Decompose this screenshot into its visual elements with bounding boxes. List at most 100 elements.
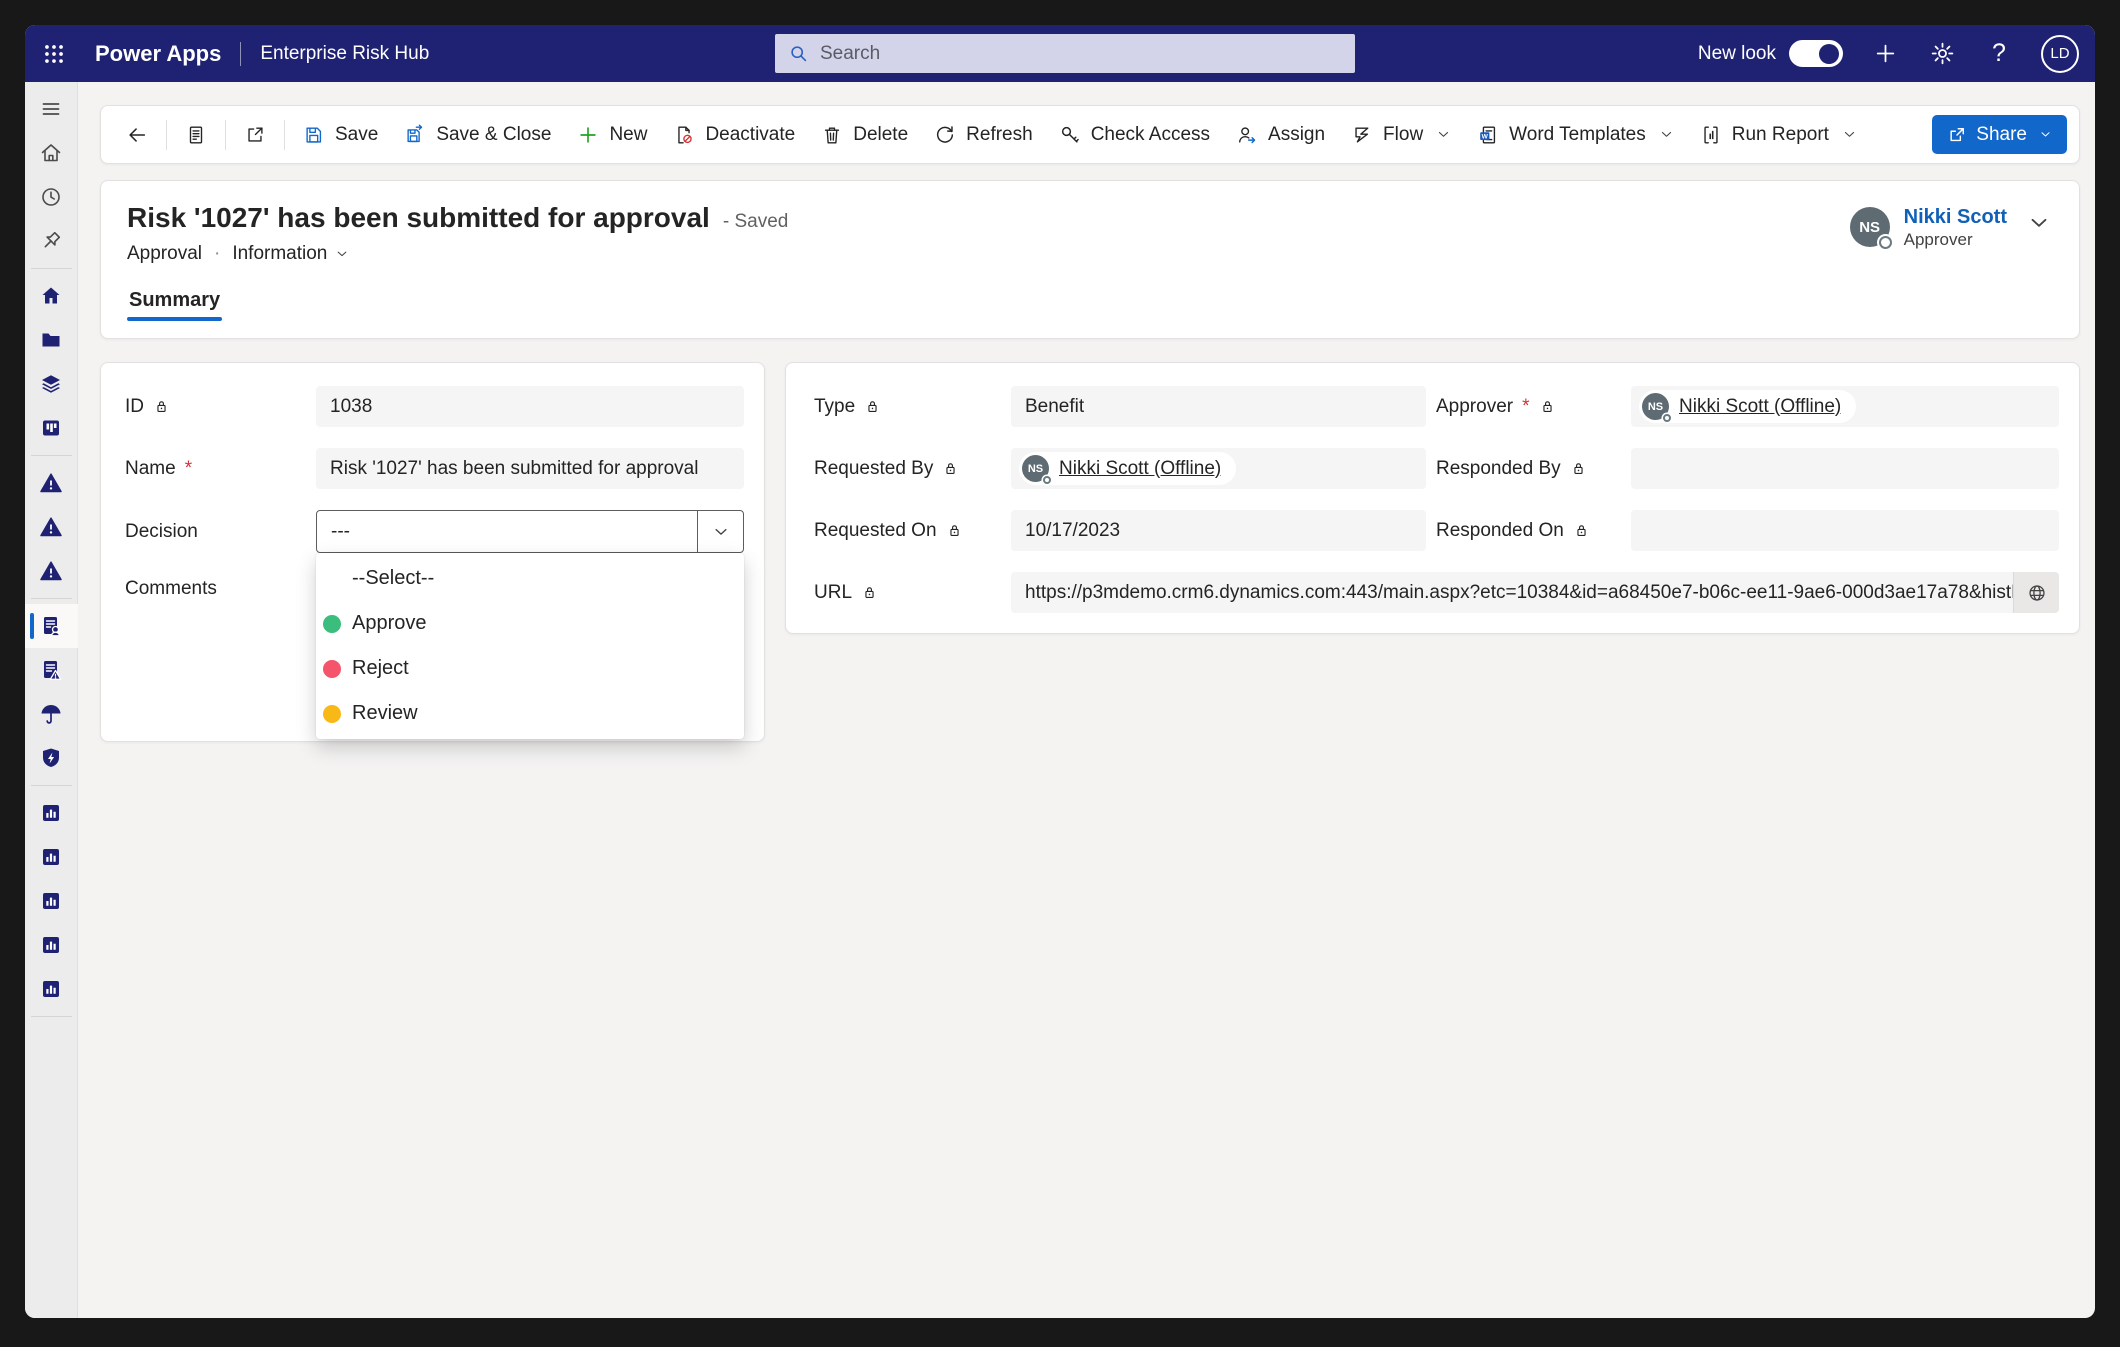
decision-label-text: Decision bbox=[125, 521, 198, 543]
arrow-left-icon bbox=[126, 124, 148, 146]
app-window: Power Apps Enterprise Risk Hub New look … bbox=[25, 25, 2095, 1318]
popout-icon bbox=[244, 124, 266, 146]
command-label: Delete bbox=[853, 124, 908, 146]
approver-person-pill[interactable]: NS Nikki Scott (Offline) bbox=[1639, 390, 1856, 423]
responded-by-field[interactable] bbox=[1631, 448, 2059, 489]
command-label: Refresh bbox=[966, 124, 1033, 146]
open-url-button[interactable] bbox=[2013, 572, 2059, 613]
sidebar-divider bbox=[31, 455, 72, 456]
sidebar-item-risk-3[interactable] bbox=[25, 549, 78, 593]
type-field[interactable]: Benefit bbox=[1011, 386, 1426, 427]
save-button[interactable]: Save bbox=[290, 114, 391, 156]
sidebar-item-shield[interactable] bbox=[25, 736, 78, 780]
sidebar-item-board[interactable] bbox=[25, 406, 78, 450]
sidebar-item-report-5[interactable] bbox=[25, 967, 78, 1011]
decision-option-reject[interactable]: Reject bbox=[316, 646, 744, 691]
share-label: Share bbox=[1976, 124, 2027, 146]
sidebar-item-layers[interactable] bbox=[25, 362, 78, 406]
sidebar-item-report-1[interactable] bbox=[25, 791, 78, 835]
sidebar-item-issues[interactable] bbox=[25, 648, 78, 692]
requested-by-person-pill[interactable]: NS Nikki Scott (Offline) bbox=[1019, 452, 1236, 485]
sidebar-item-pinned[interactable] bbox=[25, 219, 78, 263]
global-search[interactable] bbox=[775, 34, 1355, 73]
requested-on-field[interactable]: 10/17/2023 bbox=[1011, 510, 1426, 551]
approver-field: NS Nikki Scott (Offline) bbox=[1631, 386, 2059, 427]
decision-dropdown: --Select--ApproveRejectReview bbox=[316, 553, 744, 739]
check-access-button[interactable]: Check Access bbox=[1046, 114, 1223, 156]
lock-icon bbox=[861, 584, 878, 601]
decision-combobox[interactable]: --- bbox=[316, 510, 744, 553]
bar-chart-icon bbox=[39, 933, 63, 957]
popout-button[interactable] bbox=[231, 114, 279, 156]
sidebar-item-risk-1[interactable] bbox=[25, 461, 78, 505]
decision-option-approve[interactable]: Approve bbox=[316, 601, 744, 646]
tab-summary[interactable]: Summary bbox=[127, 289, 222, 338]
command-label: New bbox=[609, 124, 647, 146]
settings-button[interactable] bbox=[1927, 39, 1957, 69]
sidebar-item-report-4[interactable] bbox=[25, 923, 78, 967]
owner-avatar[interactable]: NS bbox=[1850, 207, 1890, 247]
sidebar-item-risk-2[interactable] bbox=[25, 505, 78, 549]
lock-icon bbox=[1539, 398, 1556, 415]
command-label: Run Report bbox=[1732, 124, 1829, 146]
command-bar-separator bbox=[284, 120, 285, 150]
url-field-group: https://p3mdemo.crm6.dynamics.com:443/ma… bbox=[1011, 572, 2059, 613]
account-avatar[interactable]: LD bbox=[2041, 35, 2079, 73]
sidebar-item-hub[interactable] bbox=[25, 274, 78, 318]
add-button[interactable] bbox=[1870, 39, 1900, 69]
entity-name: Approval bbox=[127, 243, 202, 265]
app-name[interactable]: Enterprise Risk Hub bbox=[260, 43, 429, 65]
decision-option-review[interactable]: Review bbox=[316, 691, 744, 736]
back-button[interactable] bbox=[113, 114, 161, 156]
sidebar-item-recent[interactable] bbox=[25, 175, 78, 219]
lock-icon bbox=[942, 460, 959, 477]
lock-icon bbox=[153, 398, 170, 415]
folder-icon bbox=[39, 328, 63, 352]
decision-option-select[interactable]: --Select-- bbox=[316, 556, 744, 601]
search-input[interactable] bbox=[820, 43, 1342, 65]
sidebar-item-report-2[interactable] bbox=[25, 835, 78, 879]
decision-value: --- bbox=[317, 511, 697, 552]
sidebar-item-folder[interactable] bbox=[25, 318, 78, 362]
shield-bolt-icon bbox=[39, 746, 63, 770]
command-label: Save bbox=[335, 124, 378, 146]
requested-on-label-text: Requested On bbox=[814, 520, 937, 542]
sidebar-item-home[interactable] bbox=[25, 131, 78, 175]
responded-by-label-text: Responded By bbox=[1436, 458, 1561, 480]
sidebar-item-report-3[interactable] bbox=[25, 879, 78, 923]
sidebar-item-umbrella[interactable] bbox=[25, 692, 78, 736]
field-id: ID 1038 bbox=[125, 386, 744, 427]
word-templates-button[interactable]: Word Templates bbox=[1464, 114, 1687, 156]
name-field[interactable]: Risk '1027' has been submitted for appro… bbox=[316, 448, 744, 489]
approver-link[interactable]: Nikki Scott (Offline) bbox=[1679, 396, 1841, 418]
command-label: Word Templates bbox=[1509, 124, 1646, 146]
new-button[interactable]: New bbox=[564, 114, 660, 156]
responded-on-field[interactable] bbox=[1631, 510, 2059, 551]
owner-name-link[interactable]: Nikki Scott bbox=[1904, 204, 2007, 230]
url-field[interactable]: https://p3mdemo.crm6.dynamics.com:443/ma… bbox=[1011, 572, 2013, 613]
required-marker: * bbox=[185, 458, 192, 480]
new-look-toggle[interactable] bbox=[1789, 40, 1843, 67]
sidebar-menu-button[interactable] bbox=[25, 87, 78, 131]
share-button[interactable]: Share bbox=[1932, 115, 2067, 154]
form-selector[interactable]: Information bbox=[232, 243, 349, 265]
run-report-button[interactable]: Run Report bbox=[1687, 114, 1870, 156]
flow-button[interactable]: Flow bbox=[1338, 114, 1464, 156]
sidebar-item-approvals[interactable] bbox=[25, 604, 78, 648]
help-button[interactable]: ? bbox=[1984, 39, 2014, 69]
bar-chart-icon bbox=[39, 889, 63, 913]
waffle-menu-button[interactable] bbox=[25, 25, 83, 82]
name-label-text: Name bbox=[125, 458, 176, 480]
person-avatar: NS bbox=[1022, 455, 1049, 482]
id-field[interactable]: 1038 bbox=[316, 386, 744, 427]
requested-by-link[interactable]: Nikki Scott (Offline) bbox=[1059, 458, 1221, 480]
header-expand-button[interactable] bbox=[2027, 211, 2051, 235]
form-switcher-button[interactable] bbox=[172, 114, 220, 156]
decision-dropdown-button[interactable] bbox=[697, 511, 743, 552]
deactivate-button[interactable]: Deactivate bbox=[660, 114, 808, 156]
assign-button[interactable]: Assign bbox=[1223, 114, 1338, 156]
owner-role: Approver bbox=[1904, 230, 2007, 250]
delete-button[interactable]: Delete bbox=[808, 114, 921, 156]
refresh-button[interactable]: Refresh bbox=[921, 114, 1046, 156]
save-and-close-button[interactable]: Save & Close bbox=[391, 114, 564, 156]
